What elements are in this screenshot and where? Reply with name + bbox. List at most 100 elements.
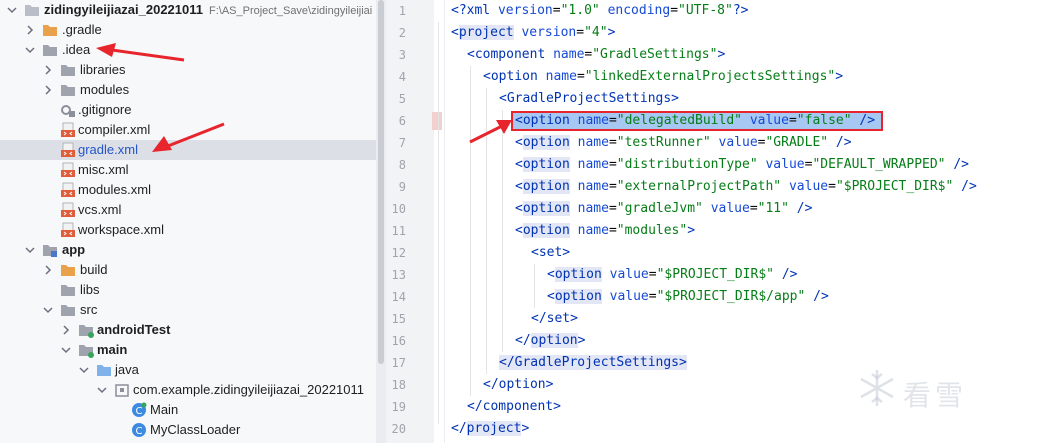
code-token: value xyxy=(710,201,750,216)
tree-item-src-folder[interactable]: src xyxy=(0,300,376,320)
code-token: > xyxy=(717,47,726,62)
watermark: 看雪 xyxy=(855,360,1035,420)
code-token: "11" xyxy=(757,201,789,216)
tree-item-file[interactable]: .gitignore xyxy=(0,100,376,120)
tree-item-label: .idea xyxy=(62,42,91,57)
watermark-text: 看雪 xyxy=(903,379,968,412)
line-number: 18 xyxy=(391,378,406,392)
code-token: "externalProjectPath" xyxy=(616,179,782,194)
tree-item-main-folder[interactable]: main xyxy=(0,340,376,360)
code-line: </project> xyxy=(451,418,529,440)
code-token: </component> xyxy=(467,399,561,414)
tree-item-file[interactable]: vcs.xml xyxy=(0,200,376,220)
code-token: value xyxy=(609,267,649,282)
tree-item-label: gradle.xml xyxy=(78,142,138,157)
xml-file-icon xyxy=(61,202,75,217)
code-line: </set> xyxy=(531,308,578,330)
code-token: value xyxy=(718,135,758,150)
tree-scrollbar[interactable] xyxy=(376,0,386,443)
chevron-down-icon[interactable] xyxy=(42,304,54,316)
tree-item-label: libs xyxy=(80,282,100,297)
chevron-right-icon[interactable] xyxy=(42,84,54,96)
tree-item-gradle-folder[interactable]: .gradle xyxy=(0,20,376,40)
tree-item-label: .gradle xyxy=(62,22,102,37)
code-token: option xyxy=(522,135,570,150)
tree-item-class[interactable]: C Main xyxy=(0,400,376,420)
chevron-down-icon[interactable] xyxy=(60,344,72,356)
chevron-down-icon[interactable] xyxy=(24,244,36,256)
tree-item-class[interactable]: C MyClassLoader xyxy=(0,420,376,440)
tree-item-label: main xyxy=(97,342,128,357)
code-line: <option name="distributionType" value="D… xyxy=(515,154,969,176)
chevron-right-icon[interactable] xyxy=(42,264,54,276)
code-token: <set> xyxy=(531,245,571,260)
code-token: < xyxy=(515,223,523,238)
code-token: "4" xyxy=(584,25,608,40)
tree-item-file[interactable]: workspace.xml xyxy=(0,220,376,240)
chevron-down-icon[interactable] xyxy=(96,384,108,396)
xml-file-icon xyxy=(61,142,75,157)
folder-icon xyxy=(25,5,39,16)
tree-item-build-folder[interactable]: build xyxy=(0,260,376,280)
tree-item-label: com.example.zidingyileijiazai_20221011 xyxy=(133,382,365,397)
gitignore-file-icon xyxy=(61,105,75,117)
folder-icon xyxy=(43,45,57,56)
tree-item-modules-folder[interactable]: modules xyxy=(0,80,376,100)
code-token: name xyxy=(577,223,609,238)
xml-file-icon xyxy=(61,122,75,137)
code-token: /> xyxy=(774,267,798,282)
code-token: > xyxy=(687,223,696,238)
indent-guide xyxy=(470,66,471,396)
code-token: = xyxy=(608,157,617,172)
chevron-down-icon[interactable] xyxy=(6,4,18,16)
line-number: 12 xyxy=(391,246,406,260)
code-token: option xyxy=(522,223,570,238)
tree-item-java-folder[interactable]: java xyxy=(0,360,376,380)
code-token: encoding xyxy=(607,3,671,18)
line-number: 5 xyxy=(398,92,406,106)
code-token: /> xyxy=(828,135,852,150)
tree-item-package[interactable]: com.example.zidingyileijiazai_20221011 xyxy=(0,380,376,400)
chevron-down-icon[interactable] xyxy=(24,44,36,56)
tree-item-libraries-folder[interactable]: libraries xyxy=(0,60,376,80)
folder-icon xyxy=(43,25,57,36)
chevron-right-icon[interactable] xyxy=(24,24,36,36)
source-folder-icon xyxy=(79,345,94,358)
tree-item-idea-folder[interactable]: .idea xyxy=(0,40,376,60)
code-token: </ xyxy=(451,421,467,436)
source-folder-icon xyxy=(79,325,94,338)
tree-item-androidtest-folder[interactable]: androidTest xyxy=(0,320,376,340)
chevron-down-icon[interactable] xyxy=(78,364,90,376)
tree-item-label: app xyxy=(62,242,86,257)
code-line: <set> xyxy=(531,242,570,264)
code-line: </option> xyxy=(515,330,585,352)
chevron-right-icon[interactable] xyxy=(60,324,72,336)
tree-item-file[interactable]: misc.xml xyxy=(0,160,376,180)
code-token: value xyxy=(609,289,649,304)
code-token: </ xyxy=(515,333,531,348)
code-token: "DEFAULT_WRAPPED" xyxy=(812,157,946,172)
code-token: < xyxy=(515,157,523,172)
tree-item-label: androidTest xyxy=(97,322,171,337)
module-folder-icon xyxy=(43,245,57,257)
code-token: name xyxy=(553,47,585,62)
tree-item-file[interactable]: modules.xml xyxy=(0,180,376,200)
tree-item-project-root[interactable]: zidingyileijiazai_20221011 F:\AS_Project_… xyxy=(0,0,376,20)
code-line: </component> xyxy=(467,396,561,418)
tree-scrollbar-thumb[interactable] xyxy=(378,0,384,364)
xml-file-icon xyxy=(61,162,75,177)
code-token: "$PROJECT_DIR$" xyxy=(835,179,954,194)
code-line: <option value="$PROJECT_DIR$" /> xyxy=(547,264,797,286)
chevron-right-icon[interactable] xyxy=(42,64,54,76)
code-token: <GradleProjectSettings> xyxy=(499,91,680,106)
tree-item-app-module[interactable]: app xyxy=(0,240,376,260)
tree-item-libs-folder[interactable]: libs xyxy=(0,280,376,300)
annotation-arrow-icon xyxy=(152,122,225,152)
code-token: = xyxy=(608,201,617,216)
